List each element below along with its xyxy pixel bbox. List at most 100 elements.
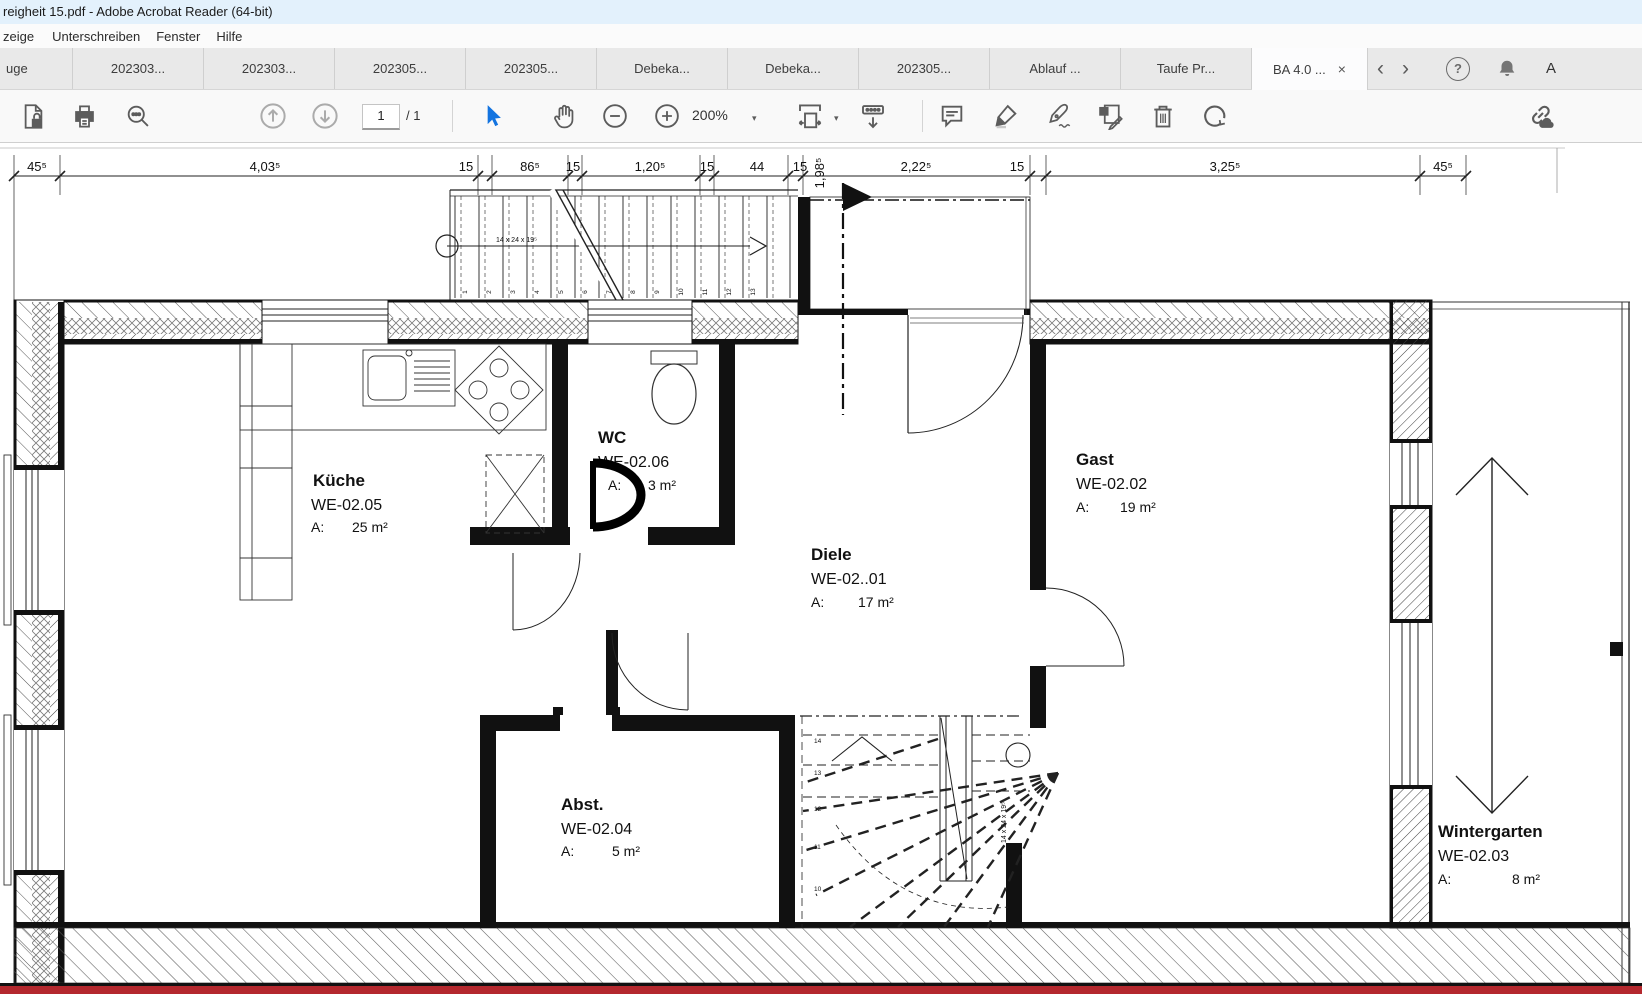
dim-top-8: 15 <box>793 159 807 174</box>
tab-202305-2[interactable]: 202305... <box>466 48 597 89</box>
tab-debeka-1[interactable]: Debeka... <box>597 48 728 89</box>
room-code: WE-02..01 <box>811 571 887 588</box>
tread-number: 5 <box>558 290 565 294</box>
page-display-icon <box>858 101 888 131</box>
prev-tab-icon[interactable]: ‹ <box>1368 58 1393 79</box>
tab-taufe[interactable]: Taufe Pr... <box>1121 48 1252 89</box>
room-area-label: A: <box>561 843 574 859</box>
tab-ablauf[interactable]: Ablauf ... <box>990 48 1121 89</box>
menu-item-anzeige[interactable]: zeige <box>3 29 34 44</box>
next-page-button[interactable] <box>308 96 342 136</box>
zoom-out-icon <box>601 102 629 130</box>
wintergarten-arrow <box>1456 458 1528 813</box>
tab-debeka-2[interactable]: Debeka... <box>728 48 859 89</box>
menu-item-fenster[interactable]: Fenster <box>156 29 200 44</box>
room-area: 3 m² <box>648 477 676 493</box>
room-name: Wintergarten <box>1438 822 1543 841</box>
dim-top-1: 4,03⁵ <box>250 159 281 174</box>
tread-number: 13 <box>750 288 757 296</box>
tab-202305-3[interactable]: 202305... <box>859 48 990 89</box>
toolbar-separator <box>922 100 923 132</box>
save-file-lock-icon <box>20 103 47 130</box>
room-name: Abst. <box>561 795 604 814</box>
signin-partial-label[interactable]: A <box>1546 60 1556 77</box>
fill-sign-icon <box>1096 102 1124 130</box>
zoom-caret-icon[interactable]: ▾ <box>752 113 757 124</box>
tread-number: 10 <box>678 288 685 296</box>
menu-item-unterschreiben[interactable]: Unterschreiben <box>52 29 140 44</box>
print-icon <box>71 103 98 130</box>
dim-top-9: 2,22⁵ <box>901 159 932 174</box>
help-icon[interactable]: ? <box>1446 57 1470 81</box>
highlight-button[interactable] <box>989 96 1023 136</box>
room-area: 17 m² <box>858 594 894 610</box>
save-button[interactable] <box>16 96 50 136</box>
room-area: 8 m² <box>1512 871 1540 887</box>
dimension-ticks <box>14 155 1466 300</box>
dim-top-3: 86⁵ <box>520 159 540 174</box>
print-button[interactable] <box>67 96 101 136</box>
fit-width-button[interactable] <box>793 96 827 136</box>
room-area-label: A: <box>311 519 324 535</box>
dim-top-0: 45⁵ <box>27 159 47 174</box>
tread-number: 7 <box>606 290 613 294</box>
page-number-input[interactable]: 1 <box>362 104 400 130</box>
scroll-mode-button[interactable] <box>856 96 890 136</box>
zoom-level-value[interactable]: 200% <box>692 107 728 123</box>
sign-pen-icon <box>1044 102 1072 130</box>
next-tab-icon[interactable]: › <box>1393 58 1418 79</box>
bottom-wall <box>0 922 1642 994</box>
room-wintergarten-label: Wintergarten WE-02.03 A: 8 m² <box>1438 822 1543 887</box>
room-diele-label: Diele WE-02..01 A: 17 m² <box>811 545 894 610</box>
tab-ba-40-active[interactable]: BA 4.0 ... × <box>1252 48 1368 90</box>
hand-tool-icon <box>551 102 579 130</box>
top-window-1 <box>262 300 388 344</box>
close-icon[interactable]: × <box>1338 62 1346 76</box>
previous-page-button[interactable] <box>256 96 290 136</box>
fill-sign-button[interactable] <box>1093 96 1127 136</box>
sign-button[interactable] <box>1041 96 1075 136</box>
tab-label: Debeka... <box>765 61 821 76</box>
tread-number: 3 <box>510 290 517 294</box>
step-number: 11 <box>814 844 821 851</box>
left-window-1 <box>4 455 64 625</box>
document-area[interactable]: 45⁵ 4,03⁵ 15 86⁵ 15 1,20⁵ 15 44 15 2,22⁵… <box>0 143 1642 994</box>
interior-walls <box>470 344 1046 928</box>
top-window-2 <box>588 300 692 344</box>
rotate-button[interactable] <box>1198 96 1232 136</box>
delete-button[interactable] <box>1146 96 1180 136</box>
tab-label: Ablauf ... <box>1029 61 1080 76</box>
tab-202305-1[interactable]: 202305... <box>335 48 466 89</box>
door-handle <box>1610 642 1623 656</box>
comment-button[interactable] <box>935 96 969 136</box>
dim-top-5: 1,20⁵ <box>635 159 666 174</box>
tab-202303-1[interactable]: 202303... <box>73 48 204 89</box>
tread-number: 1 <box>462 290 469 294</box>
share-link-button[interactable] <box>1524 96 1558 136</box>
select-tool-button[interactable] <box>475 96 509 136</box>
tread-number: 12 <box>726 288 733 296</box>
hand-tool-button[interactable] <box>548 96 582 136</box>
tab-label: 202303... <box>242 61 296 76</box>
select-arrow-icon <box>479 103 505 129</box>
tab-202303-2[interactable]: 202303... <box>204 48 335 89</box>
zoom-in-button[interactable] <box>650 96 684 136</box>
zoom-out-button[interactable] <box>598 96 632 136</box>
tab-werkzeuge-partial[interactable]: uge <box>0 48 73 89</box>
fit-caret-icon[interactable]: ▾ <box>834 113 839 124</box>
comment-icon <box>938 102 966 130</box>
entry-porch <box>798 183 1030 433</box>
menu-item-hilfe[interactable]: Hilfe <box>216 29 242 44</box>
search-button[interactable] <box>121 96 155 136</box>
toolbar-separator <box>452 100 453 132</box>
step-number: 14 <box>814 738 822 745</box>
rotate-icon <box>1201 102 1229 130</box>
room-code: WE-02.02 <box>1076 476 1147 493</box>
room-name: Küche <box>313 471 365 490</box>
page-down-icon <box>310 101 340 131</box>
page-up-icon <box>258 101 288 131</box>
dim-top-6: 15 <box>700 159 714 174</box>
page-total-label: / 1 <box>406 108 420 123</box>
notifications-button[interactable] <box>1496 58 1518 80</box>
fit-width-icon <box>795 101 825 131</box>
